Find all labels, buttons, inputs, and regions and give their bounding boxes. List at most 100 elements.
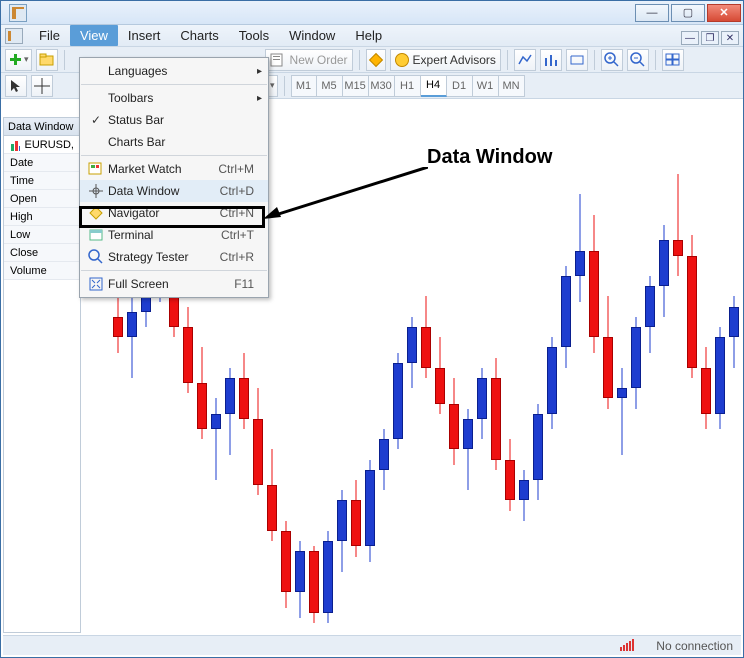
status-bar: No connection bbox=[3, 635, 741, 655]
data-row-low: Low bbox=[4, 226, 80, 244]
menu-marketwatch-label: Market Watch bbox=[108, 162, 218, 176]
indicator-icon bbox=[517, 52, 533, 68]
menu-statusbar[interactable]: ✓ Status Bar bbox=[80, 109, 268, 131]
close-icon: ✕ bbox=[719, 6, 728, 19]
new-order-label: New Order bbox=[290, 53, 348, 67]
timeframe-w1[interactable]: W1 bbox=[473, 75, 499, 97]
timeframe-h4[interactable]: H4 bbox=[421, 75, 447, 97]
chart-icon bbox=[10, 138, 20, 152]
folder-icon bbox=[39, 52, 55, 68]
zoom-out-button[interactable] bbox=[627, 49, 649, 71]
tile-windows-button[interactable] bbox=[662, 49, 684, 71]
menu-tools[interactable]: Tools bbox=[229, 25, 279, 46]
terminal-icon bbox=[88, 227, 104, 243]
menu-toolbars[interactable]: Toolbars▸ bbox=[80, 87, 268, 109]
child-close-button[interactable]: ✕ bbox=[721, 31, 739, 45]
candle bbox=[477, 123, 487, 633]
menu-strategytester[interactable]: Strategy TesterCtrl+R bbox=[80, 246, 268, 268]
window-minimize-button[interactable]: — bbox=[635, 4, 669, 22]
menu-charts[interactable]: Charts bbox=[170, 25, 228, 46]
order-icon bbox=[270, 52, 286, 68]
menu-help[interactable]: Help bbox=[345, 25, 392, 46]
shortcut-label: Ctrl+M bbox=[218, 162, 262, 176]
menu-datawindow-label: Data Window bbox=[108, 184, 220, 198]
timeframe-d1[interactable]: D1 bbox=[447, 75, 473, 97]
data-row-open: Open bbox=[4, 190, 80, 208]
periodicity-button[interactable] bbox=[540, 49, 562, 71]
checkmark-icon: ✓ bbox=[91, 113, 101, 127]
candle bbox=[715, 123, 725, 633]
app-icon bbox=[9, 4, 27, 22]
menu-insert[interactable]: Insert bbox=[118, 25, 171, 46]
pair-label: EURUSD, bbox=[24, 139, 74, 151]
bars-icon bbox=[543, 52, 559, 68]
status-text: No connection bbox=[656, 639, 733, 653]
menu-window[interactable]: Window bbox=[279, 25, 345, 46]
market-watch-icon bbox=[88, 161, 104, 177]
window-maximize-button[interactable]: ▢ bbox=[671, 4, 705, 22]
cursor-button[interactable] bbox=[5, 75, 27, 97]
data-row-time: Time bbox=[4, 172, 80, 190]
fullscreen-icon bbox=[88, 276, 104, 292]
maximize-icon: ▢ bbox=[683, 6, 693, 19]
menu-file[interactable]: File bbox=[29, 25, 70, 46]
candle bbox=[561, 123, 571, 633]
menu-statusbar-label: Status Bar bbox=[108, 113, 262, 127]
timeframe-m5[interactable]: M5 bbox=[317, 75, 343, 97]
menu-chartsbar[interactable]: Charts Bar bbox=[80, 131, 268, 153]
candle bbox=[547, 123, 557, 633]
candle bbox=[701, 123, 711, 633]
timeframe-h1[interactable]: H1 bbox=[395, 75, 421, 97]
window-close-button[interactable]: ✕ bbox=[707, 4, 741, 22]
child-minimize-button[interactable]: — bbox=[681, 31, 699, 45]
expert-icon bbox=[395, 53, 409, 67]
autotrading-button[interactable] bbox=[366, 49, 386, 71]
timeframe-m1[interactable]: M1 bbox=[291, 75, 317, 97]
data-row-high: High bbox=[4, 208, 80, 226]
crosshair-button[interactable] bbox=[31, 75, 53, 97]
child-restore-button[interactable]: ❐ bbox=[701, 31, 719, 45]
zoom-out-icon bbox=[630, 52, 646, 68]
menu-chartsbar-label: Charts Bar bbox=[108, 135, 262, 149]
menu-datawindow[interactable]: Data WindowCtrl+D bbox=[80, 180, 268, 202]
new-order-button[interactable]: New Order bbox=[265, 49, 353, 71]
menu-terminal[interactable]: TerminalCtrl+T bbox=[80, 224, 268, 246]
tile-icon bbox=[665, 52, 681, 68]
candle bbox=[575, 123, 585, 633]
expert-advisors-button[interactable]: Expert Advisors bbox=[390, 49, 501, 71]
shortcut-label: Ctrl+T bbox=[221, 228, 262, 242]
menu-fullscreen[interactable]: Full ScreenF11 bbox=[80, 273, 268, 295]
new-chart-button[interactable]: ▾ bbox=[5, 49, 32, 71]
candle bbox=[631, 123, 641, 633]
submenu-arrow-icon: ▸ bbox=[257, 93, 262, 104]
menu-fullscreen-label: Full Screen bbox=[108, 277, 234, 291]
candle bbox=[729, 123, 739, 633]
menu-toolbars-label: Toolbars bbox=[108, 91, 262, 105]
candle bbox=[505, 123, 515, 633]
timeframe-mn[interactable]: MN bbox=[499, 75, 525, 97]
indicator-list-button[interactable] bbox=[514, 49, 536, 71]
template-button[interactable] bbox=[566, 49, 588, 71]
diamond-icon bbox=[368, 52, 382, 66]
timeframe-m30[interactable]: M30 bbox=[369, 75, 395, 97]
data-window-tab[interactable]: Data Window bbox=[4, 118, 80, 136]
candle bbox=[617, 123, 627, 633]
candle bbox=[603, 123, 613, 633]
menu-languages[interactable]: Languages▸ bbox=[80, 60, 268, 82]
candle bbox=[463, 123, 473, 633]
navigator-icon bbox=[88, 205, 104, 221]
menu-navigator[interactable]: NavigatorCtrl+N bbox=[80, 202, 268, 224]
profiles-button[interactable] bbox=[36, 49, 58, 71]
data-row-close: Close bbox=[4, 244, 80, 262]
plus-icon bbox=[8, 52, 24, 68]
annotation-arrow bbox=[263, 167, 428, 219]
menu-languages-label: Languages bbox=[108, 64, 262, 78]
mdi-icon[interactable] bbox=[5, 28, 23, 44]
zoom-in-button[interactable] bbox=[601, 49, 623, 71]
connection-icon bbox=[620, 637, 646, 654]
timeframe-m15[interactable]: M15 bbox=[343, 75, 369, 97]
data-window-icon bbox=[88, 183, 104, 199]
menu-view[interactable]: View bbox=[70, 25, 118, 46]
menu-marketwatch[interactable]: Market WatchCtrl+M bbox=[80, 158, 268, 180]
crosshair-icon bbox=[34, 78, 50, 94]
